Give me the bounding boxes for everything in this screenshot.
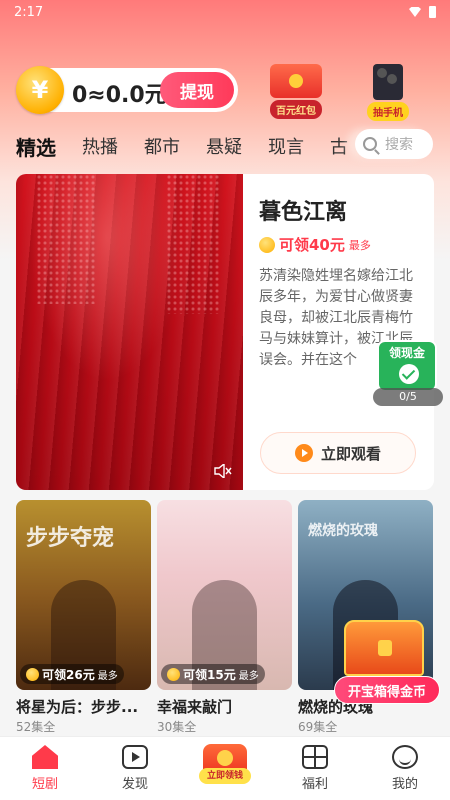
play-box-icon: [122, 745, 148, 769]
nav-item-short-drama[interactable]: 短剧: [0, 745, 90, 792]
treasure-chest-icon[interactable]: [344, 620, 424, 676]
nav-item-profile[interactable]: 我的: [360, 745, 450, 792]
play-icon: [294, 444, 313, 462]
featured-reward: 可领40元 最多: [259, 234, 371, 255]
category-tabs: 精选 热播 都市 悬疑 现言 古: [16, 128, 356, 164]
search-placeholder: 搜索: [385, 137, 413, 153]
featured-title: 暮色江离: [259, 200, 348, 225]
phone-icon: [373, 64, 403, 100]
nav-item-discover[interactable]: 发现: [90, 745, 180, 792]
drama-episodes: 52集全: [16, 720, 56, 734]
drama-title: 将星为后：步步...: [16, 698, 139, 716]
withdraw-button[interactable]: 提现: [160, 72, 234, 108]
search-icon: [363, 137, 377, 151]
featured-drama-card[interactable]: 暮色江离 可领40元 最多 苏清染隐姓埋名嫁给江北辰多年，为爱甘心做贤妻良母，却…: [16, 174, 434, 490]
tab-suspense[interactable]: 悬疑: [206, 133, 242, 159]
watch-now-button[interactable]: 立即观看: [260, 432, 416, 474]
drama-poster[interactable]: 可领15元 最多: [157, 500, 292, 690]
nav-item-earn-money[interactable]: 立即领钱: [180, 743, 270, 784]
drama-episodes: 69集全: [298, 720, 338, 734]
coin-icon: [259, 236, 275, 253]
coin-balance-pill[interactable]: ¥ 0≈0.0元 提现: [16, 66, 238, 114]
cash-reward-widget[interactable]: 领现金 0/5: [373, 340, 443, 406]
tab-urban[interactable]: 都市: [144, 133, 180, 159]
drama-reward-badge: 可领15元 最多: [161, 664, 265, 684]
gift-icon: [302, 745, 328, 769]
coin-icon: ¥: [16, 66, 64, 114]
drama-card[interactable]: 可领15元 最多 幸福来敲门 30集全: [157, 500, 292, 735]
cash-reward-progress: 0/5: [373, 388, 443, 406]
promo-phone[interactable]: 抽手机: [367, 64, 409, 121]
mute-icon[interactable]: [214, 464, 232, 478]
tab-romance[interactable]: 现言: [268, 133, 304, 159]
tab-featured[interactable]: 精选: [16, 132, 56, 161]
status-bar: 2:17: [0, 0, 450, 24]
tab-hot[interactable]: 热播: [82, 133, 118, 159]
bottom-nav: 短剧 发现 立即领钱 福利 我的: [0, 736, 450, 800]
open-treasure-button[interactable]: 开宝箱得金币: [334, 676, 440, 704]
nav-item-welfare[interactable]: 福利: [270, 745, 360, 792]
home-icon: [32, 745, 58, 769]
status-time: 2:17: [14, 4, 44, 20]
coin-icon: [26, 667, 39, 681]
balance-text: 0≈0.0元: [72, 83, 167, 108]
wifi-icon: [409, 7, 421, 17]
check-icon: [399, 364, 419, 384]
drama-reward-badge: 可领26元 最多: [20, 664, 124, 684]
promo-red-packet[interactable]: 百元红包: [270, 64, 322, 119]
tab-ancient[interactable]: 古: [330, 133, 348, 159]
drama-title: 幸福来敲门: [157, 698, 233, 716]
promo-red-packet-label: 百元红包: [270, 100, 322, 119]
featured-poster[interactable]: [16, 174, 243, 490]
coin-icon: [167, 667, 180, 681]
red-packet-icon: [270, 64, 322, 98]
search-input[interactable]: 搜索: [355, 129, 433, 159]
drama-card[interactable]: 步步夺宠 可领26元 最多 将星为后：步步... 52集全: [16, 500, 151, 735]
red-packet-icon: 立即领钱: [199, 743, 251, 784]
drama-poster[interactable]: 步步夺宠 可领26元 最多: [16, 500, 151, 690]
profile-icon: [392, 745, 418, 769]
cash-reward-title: 领现金: [388, 346, 425, 360]
drama-episodes: 30集全: [157, 720, 197, 734]
promo-phone-label: 抽手机: [367, 102, 409, 121]
battery-icon: [429, 6, 436, 18]
